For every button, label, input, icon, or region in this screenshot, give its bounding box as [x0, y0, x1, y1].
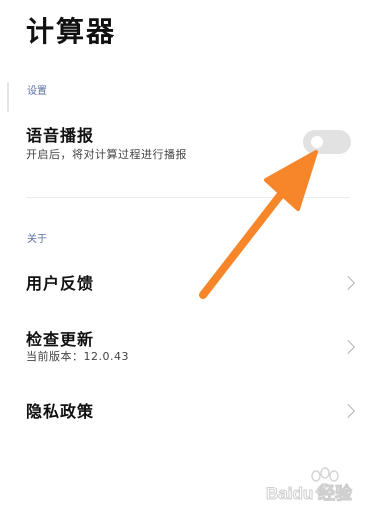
chevron-right-icon — [340, 339, 356, 355]
settings-page: 计算器 设置 语音播报 开启后，将对计算过程进行播报 关于 用户反馈 检查更新 … — [0, 0, 377, 519]
voice-broadcast-toggle[interactable] — [303, 130, 351, 154]
chevron-right-icon — [340, 403, 356, 419]
voice-broadcast-description: 开启后，将对计算过程进行播报 — [26, 148, 187, 161]
toggle-knob — [311, 136, 323, 148]
check-update-title: 检查更新 — [26, 330, 95, 349]
page-title: 计算器 — [26, 15, 117, 48]
about-item-check-update[interactable]: 检查更新 当前版本：12.0.43 — [0, 318, 377, 370]
chevron-right-icon — [340, 275, 356, 291]
feedback-title: 用户反馈 — [26, 274, 95, 293]
voice-broadcast-title: 语音播报 — [26, 126, 95, 145]
section-label-settings: 设置 — [27, 86, 47, 97]
annotation-arrow-icon — [199, 150, 318, 299]
current-version-text: 当前版本：12.0.43 — [26, 350, 129, 363]
section-divider — [26, 197, 350, 198]
privacy-title: 隐私政策 — [26, 402, 95, 421]
about-item-privacy[interactable]: 隐私政策 — [0, 390, 377, 432]
about-item-feedback[interactable]: 用户反馈 — [0, 262, 377, 304]
watermark-text: Baidu 经验 — [266, 484, 353, 504]
scroll-indicator — [7, 82, 9, 112]
section-label-about: 关于 — [27, 234, 47, 245]
